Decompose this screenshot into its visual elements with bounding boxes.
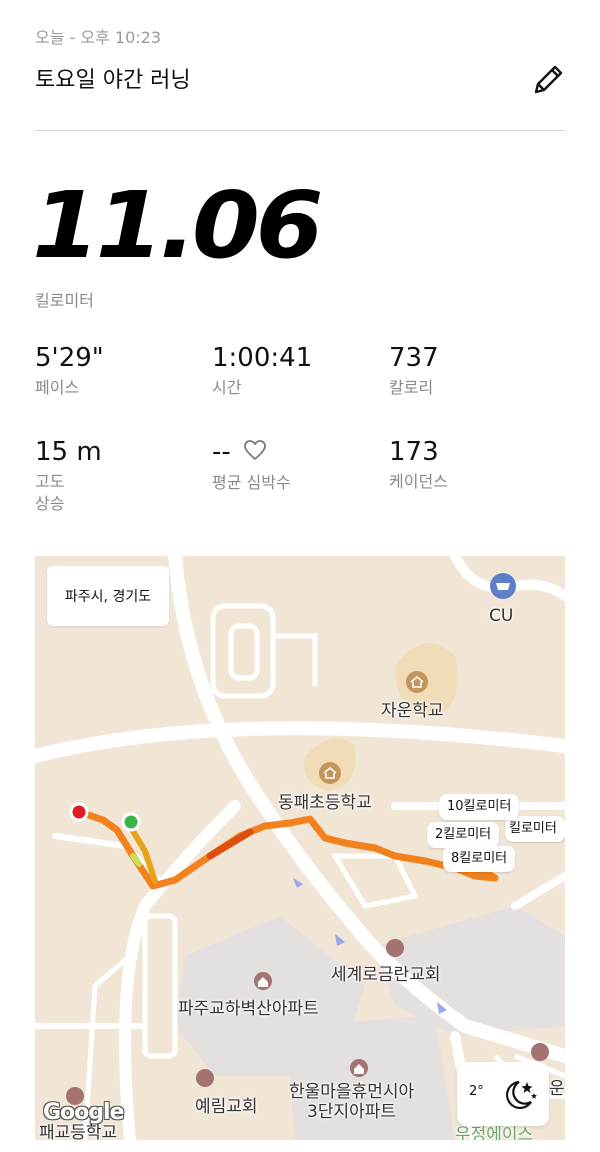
stat-label: 고도 상승 [35, 472, 65, 513]
poi-apartment-2: 한울마을휴먼시아 3단지아파트 [289, 1082, 415, 1122]
km-marker-10[interactable]: 10킬로미터 [439, 794, 520, 820]
stat-label: 칼로리 [389, 378, 434, 397]
poi-cu: CU [489, 606, 514, 626]
map-region-label: 파주시, 경기도 [47, 566, 169, 626]
end-marker [69, 802, 89, 822]
heart-icon [243, 438, 267, 468]
stat-label: 케이던스 [389, 472, 448, 491]
stat-value: 173 [389, 437, 439, 467]
stat-value: 15 m [35, 437, 102, 467]
poi-school-2: 동패초등학교 [278, 793, 372, 813]
activity-date: 오늘 - 오후 10:23 [35, 28, 162, 47]
stat-pace: 5'29" 페이스 [35, 343, 115, 399]
stat-heart-rate: -- 평균 심박수 [212, 437, 372, 494]
distance-value: 11.06 [32, 172, 324, 279]
stat-elevation: 15 m 고도 상승 [35, 437, 115, 515]
pencil-icon [534, 65, 563, 94]
google-attribution[interactable]: Google [43, 1100, 124, 1125]
stat-value-row: -- [212, 437, 372, 468]
poi-school-1: 자운학교 [381, 701, 444, 721]
activity-title: 토요일 야간 러닝 [35, 68, 191, 93]
stat-label: 페이스 [35, 378, 80, 397]
stat-label: 평균 심박수 [212, 472, 291, 492]
stat-calories: 737 칼로리 [389, 343, 469, 399]
moon-stars-icon [506, 1080, 537, 1109]
stat-value: -- [212, 437, 231, 467]
weather-temperature: 2° [469, 1084, 484, 1099]
stat-value: 737 [389, 343, 439, 373]
poi-church-2: 예림교회 [195, 1097, 258, 1117]
stat-time: 1:00:41 시간 [212, 343, 312, 399]
poi-church-1: 세계로금란교회 [331, 965, 441, 985]
start-marker [121, 812, 141, 832]
poi-apartment-1: 파주교하벽산아파트 [178, 999, 319, 1019]
poi-edge-1: 운 [549, 1079, 565, 1099]
stat-value: 5'29" [35, 343, 104, 373]
header-divider [35, 130, 565, 131]
edit-button[interactable] [528, 60, 568, 100]
km-marker-8[interactable]: 8킬로미터 [443, 846, 516, 872]
km-marker-2[interactable]: 2킬로미터 [427, 822, 500, 848]
stat-cadence: 173 케이던스 [389, 437, 469, 493]
stat-label: 시간 [212, 378, 242, 397]
km-marker-peek: 킬로미터 [505, 816, 565, 842]
route-map[interactable]: 파주시, 경기도 CU 자운학교 동패초등학교 세계로금란교회 파주교하벽산아파… [35, 556, 565, 1140]
stat-value: 1:00:41 [212, 343, 313, 373]
distance-unit: 킬로미터 [35, 291, 94, 310]
weather-badge: 2° [457, 1062, 549, 1126]
